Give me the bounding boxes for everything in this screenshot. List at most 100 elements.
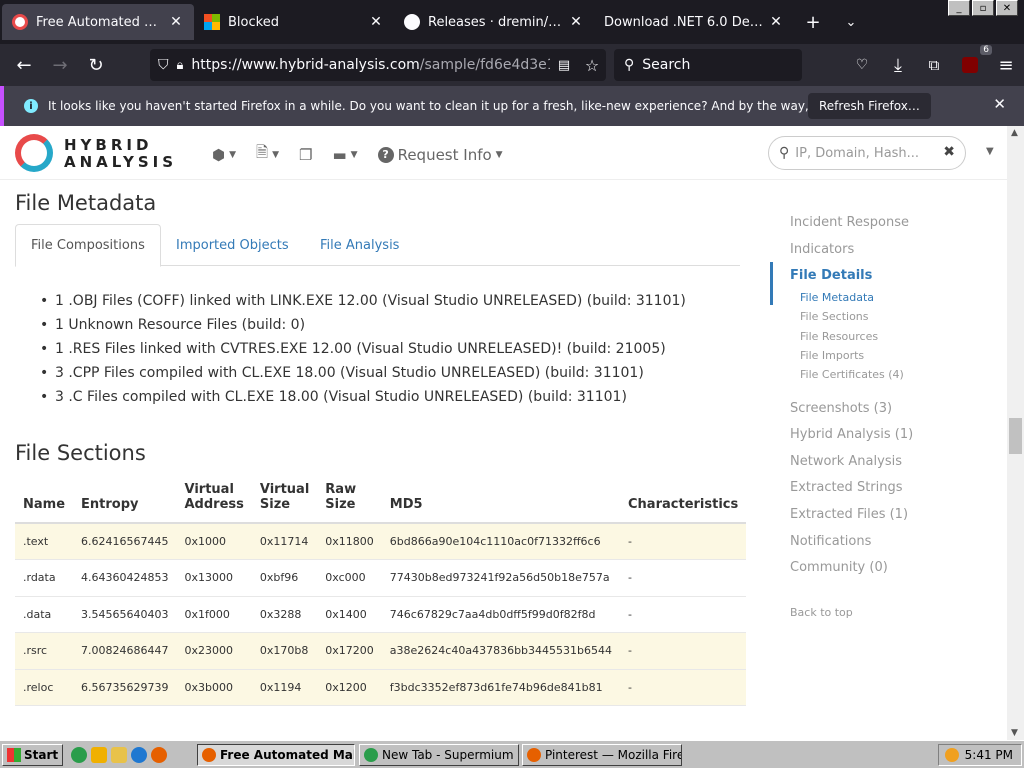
cell-raw-size: 0xc000 — [317, 559, 382, 597]
quick-launch-firefox-icon[interactable] — [151, 746, 168, 763]
copy-icon: ❐ — [299, 145, 313, 164]
back-to-top-link[interactable]: Back to top — [790, 606, 853, 619]
nav-extracted-files[interactable]: Extracted Files (1) — [790, 507, 908, 522]
close-tab-icon[interactable]: ✕ — [368, 14, 384, 30]
nav-file-metadata[interactable]: File Metadata — [800, 291, 874, 304]
taskbar-task-supermium[interactable]: New Tab - Supermium — [359, 744, 519, 766]
close-tab-icon[interactable]: ✕ — [768, 14, 784, 30]
refresh-firefox-button[interactable]: Refresh Firefox… — [808, 93, 931, 119]
cell-characteristics: - — [620, 669, 747, 706]
browser-tab-releases[interactable]: Releases · dremin/RetroBar ✕ — [394, 4, 594, 40]
quick-launch-media-icon[interactable] — [91, 746, 108, 763]
hybrid-analysis-favicon-icon — [12, 14, 28, 30]
cell-virtual-size: 0x11714 — [251, 523, 318, 560]
tab-file-compositions[interactable]: File Compositions — [15, 224, 161, 267]
minimize-window-icon[interactable]: _ — [948, 0, 970, 16]
file-sections-table: Name Entropy Virtual Address Virtual Siz… — [15, 476, 747, 706]
clear-search-icon[interactable]: ✖ — [943, 144, 955, 160]
start-button[interactable]: Start — [2, 743, 64, 766]
quick-launch-app-icon[interactable] — [71, 746, 88, 763]
nav-indicators[interactable]: Indicators — [790, 242, 854, 257]
padlock-icon[interactable]: 🔒︎ — [177, 58, 184, 73]
reader-view-icon[interactable]: ▤ — [550, 58, 578, 73]
nav-notifications[interactable]: Notifications — [790, 534, 871, 549]
folder-menu[interactable]: ▬ ▼ — [332, 146, 357, 164]
hamburger-menu-icon[interactable]: ≡ — [988, 49, 1024, 81]
back-arrow-icon[interactable]: ← — [6, 49, 42, 81]
ublock-origin-icon[interactable]: 6 — [952, 45, 992, 81]
downloads-icon[interactable]: ⤓ — [880, 49, 916, 81]
clock[interactable]: 5:41 PM — [965, 748, 1013, 762]
browser-tab-dotnet[interactable]: Download .NET 6.0 Desktop Runtime ✕ — [594, 4, 794, 40]
cell-entropy: 6.56735629739 — [73, 669, 177, 706]
close-tab-icon[interactable]: ✕ — [568, 14, 584, 30]
nav-community[interactable]: Community (0) — [790, 560, 888, 575]
new-tab-plus-icon[interactable]: + — [794, 0, 832, 44]
nav-file-sections[interactable]: File Sections — [800, 310, 869, 323]
scroll-up-arrow-icon[interactable]: ▲ — [1011, 128, 1018, 138]
site-logo-text[interactable]: HYBRID ANALYSIS — [64, 137, 177, 171]
address-bar[interactable]: ⛉ 🔒︎ https://www.hybrid-analysis.com/sam… — [150, 49, 606, 81]
scroll-down-arrow-icon[interactable]: ▼ — [1011, 728, 1018, 738]
file-plus-icon: 🗎︎ — [256, 143, 269, 161]
reload-icon[interactable]: ↻ — [78, 49, 114, 81]
nav-file-imports[interactable]: File Imports — [800, 349, 864, 362]
more-options-caret-icon[interactable]: ▼ — [986, 146, 994, 157]
tab-imported-objects[interactable]: Imported Objects — [161, 224, 304, 266]
search-bar[interactable]: ⚲ Search — [614, 49, 802, 81]
list-item: 3 .CPP Files compiled with CL.EXE 18.00 … — [40, 364, 686, 388]
cube-menu[interactable]: ⬢ ▼ — [212, 146, 236, 164]
cell-characteristics: - — [620, 559, 747, 597]
quick-launch-folder-icon[interactable] — [111, 746, 128, 763]
request-info-menu[interactable]: ? Request Info ▼ — [377, 146, 503, 164]
list-all-tabs-chevron-icon[interactable]: ⌄ — [832, 0, 870, 44]
cell-raw-size: 0x1200 — [317, 669, 382, 706]
taskbar-task-pinterest[interactable]: Pinterest — Mozilla Firefox — [522, 744, 682, 766]
browser-tab-strip: Free Automated Malware Analysis ✕ Blocke… — [0, 0, 1024, 44]
forward-arrow-icon[interactable]: → — [42, 49, 78, 81]
copy-menu[interactable]: ❐ — [299, 146, 312, 164]
close-notification-icon[interactable]: ✕ — [993, 95, 1006, 113]
hybrid-analysis-logo-icon[interactable] — [15, 134, 53, 172]
nav-network-analysis[interactable]: Network Analysis — [790, 454, 902, 469]
url-text[interactable]: https://www.hybrid-analysis.com/sample/f… — [191, 57, 550, 73]
nav-hybrid-analysis[interactable]: Hybrid Analysis (1) — [790, 427, 913, 442]
nav-file-certificates[interactable]: File Certificates (4) — [800, 368, 904, 381]
cell-raw-size: 0x11800 — [317, 523, 382, 560]
cell-name: .rdata — [15, 559, 74, 597]
toolbar-right-icons: ♡ ⤓ ⧉ 6 ≡ — [844, 44, 1024, 86]
tray-search-icon[interactable] — [945, 748, 959, 762]
bookmark-star-icon[interactable]: ☆ — [578, 56, 606, 75]
browser-tab-blocked[interactable]: Blocked ✕ — [194, 4, 394, 40]
cell-md5: 746c67829c7aa4db0dff5f99d0f82f8d — [381, 596, 621, 633]
pocket-icon[interactable]: ♡ — [844, 49, 880, 81]
site-search-input[interactable] — [795, 145, 936, 161]
scrollbar-thumb[interactable] — [1009, 418, 1022, 454]
browser-tab-hybrid-analysis[interactable]: Free Automated Malware Analysis ✕ — [2, 4, 194, 40]
cell-characteristics: - — [620, 596, 747, 633]
nav-incident-response[interactable]: Incident Response — [790, 215, 909, 230]
page-scrollbar[interactable]: ▲ ▼ — [1007, 126, 1024, 740]
tab-title: Free Automated Malware Analysis — [36, 14, 168, 30]
cell-md5: a38e2624c40a437836bb3445531b6544 — [381, 632, 621, 670]
cell-entropy: 4.64360424853 — [73, 559, 177, 597]
file-upload-menu[interactable]: 🗎︎ ▼ — [256, 142, 279, 167]
cell-entropy: 6.62416567445 — [73, 523, 177, 560]
nav-screenshots[interactable]: Screenshots (3) — [790, 401, 892, 416]
cell-entropy: 3.54565640403 — [73, 596, 177, 633]
nav-file-resources[interactable]: File Resources — [800, 330, 878, 343]
nav-file-details[interactable]: File Details — [790, 268, 872, 283]
cell-raw-size: 0x17200 — [317, 632, 382, 670]
taskbar-task-hybrid-analysis[interactable]: Free Automated Malw... — [197, 744, 355, 766]
extensions-puzzle-icon[interactable]: ⧉ — [916, 49, 952, 81]
column-header-virtual-address: Virtual Address — [176, 476, 252, 524]
close-tab-icon[interactable]: ✕ — [168, 14, 184, 30]
tab-file-analysis[interactable]: File Analysis — [305, 224, 414, 266]
maximize-window-icon[interactable]: ▫ — [972, 0, 994, 16]
nav-extracted-strings[interactable]: Extracted Strings — [790, 480, 903, 495]
shield-icon[interactable]: ⛉ — [158, 57, 169, 73]
column-header-md5: MD5 — [381, 476, 621, 524]
close-window-icon[interactable]: ✕ — [996, 0, 1018, 16]
page-section-nav: Incident Response Indicators File Detail… — [770, 180, 1007, 740]
quick-launch-ie-icon[interactable] — [131, 746, 148, 763]
